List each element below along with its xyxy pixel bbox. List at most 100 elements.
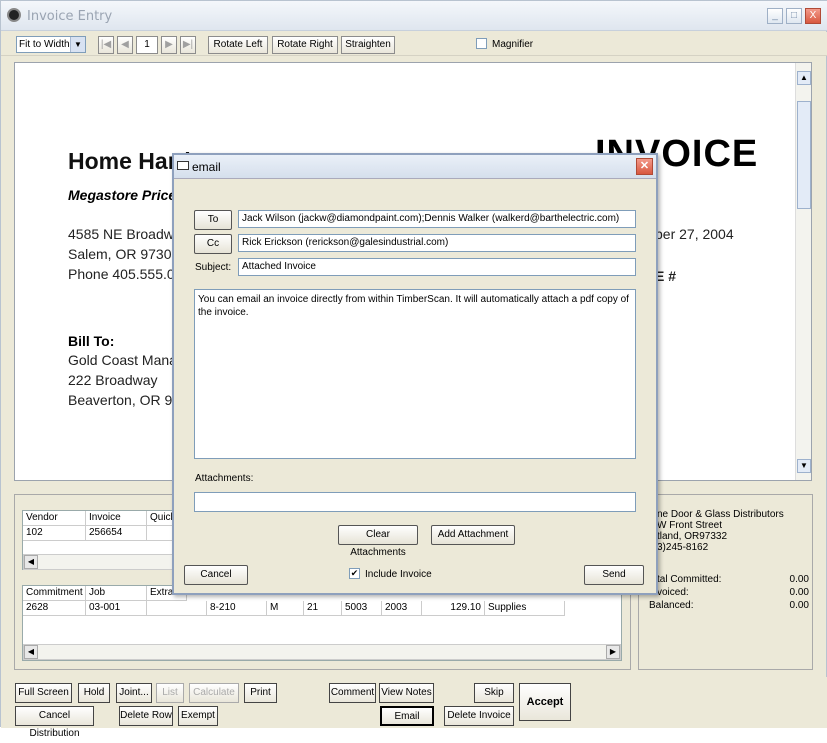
scroll-down-icon[interactable]: ▼ [797, 459, 811, 473]
scroll-left-icon[interactable]: ◀ [24, 645, 38, 659]
distribution-horizontal-scrollbar[interactable]: ◀ ▶ [23, 644, 621, 660]
job-header: Job [86, 586, 147, 601]
subject-label: Subject: [195, 262, 232, 273]
maximize-button[interactable]: □ [786, 8, 802, 24]
include-invoice-checkbox[interactable]: ✔ Include Invoice [349, 568, 432, 581]
skip-button[interactable]: Skip [474, 683, 514, 703]
hold-button[interactable]: Hold [78, 683, 110, 703]
app-icon [7, 8, 21, 22]
cancel-button[interactable]: Cancel [184, 565, 248, 585]
cost-code-cell[interactable]: 8-210 [207, 601, 267, 616]
print-button[interactable]: Print [244, 683, 277, 703]
job-cell[interactable]: 03-001 [86, 601, 147, 616]
scroll-thumb[interactable] [797, 101, 811, 209]
checkbox-checked-icon: ✔ [349, 568, 360, 579]
scroll-left-icon[interactable]: ◀ [24, 555, 38, 569]
action-bar: Full Screen Hold Joint... List Calculate… [1, 677, 827, 739]
minimize-button[interactable]: _ [767, 8, 783, 24]
to-button[interactable]: To [194, 210, 232, 230]
view-notes-button[interactable]: View Notes [379, 683, 434, 703]
attachments-label: Attachments: [195, 473, 254, 484]
window-title: Invoice Entry [27, 9, 113, 24]
email-dialog-close-button[interactable]: ✕ [636, 158, 653, 175]
doc-address-line1: 4585 NE Broadway [68, 226, 189, 242]
add-attachment-button[interactable]: Add Attachment [431, 525, 515, 545]
account-cell[interactable]: 5003 [342, 601, 382, 616]
first-page-button[interactable]: |◀ [98, 36, 114, 54]
vendor-cell[interactable]: 102 [23, 526, 86, 541]
scroll-right-icon[interactable]: ▶ [606, 645, 620, 659]
commitment-cell[interactable]: 2628 [23, 601, 86, 616]
exempt-button[interactable]: Exempt [178, 706, 218, 726]
full-screen-button[interactable]: Full Screen [15, 683, 72, 703]
joint-button[interactable]: Joint... [116, 683, 152, 703]
subject-field[interactable]: Attached Invoice [238, 258, 636, 276]
doc-bill-to-label: Bill To: [68, 333, 115, 349]
email-dialog: email ✕ To Jack Wilson (jackw@diamondpai… [172, 153, 658, 595]
balanced-label: Balanced: [649, 600, 694, 611]
page-number-input[interactable]: 1 [136, 36, 158, 54]
vendor-address-line3: tland, OR97332 [657, 531, 728, 542]
close-button[interactable]: X [805, 8, 821, 24]
amount-cell[interactable]: 129.10 [422, 601, 485, 616]
vendor-header: Vendor [23, 511, 86, 526]
invoiced-label: voiced: [657, 587, 689, 598]
checkbox-icon [476, 38, 487, 49]
title-bar: Invoice Entry _ □ X [1, 1, 827, 31]
clear-attachments-button[interactable]: Clear Attachments [338, 525, 418, 558]
zoom-select[interactable]: Fit to Width ▼ [16, 36, 86, 53]
next-page-button[interactable]: ▶ [161, 36, 177, 54]
rotate-right-button[interactable]: Rotate Right [272, 36, 338, 54]
message-body-textarea[interactable]: You can email an invoice directly from w… [194, 289, 636, 459]
cancel-distribution-button[interactable]: Cancel Distribution [15, 706, 94, 739]
viewer-toolbar: Fit to Width ▼ |◀ ◀ 1 ▶ ▶| Rotate Left R… [1, 32, 827, 56]
email-button[interactable]: Email [380, 706, 434, 726]
sub-account-cell[interactable]: 2003 [382, 601, 422, 616]
list-button[interactable]: List [156, 683, 184, 703]
vendor-address-line4: 3)245-8162 [657, 542, 709, 553]
doc-phone: Phone 405.555.01 [68, 266, 183, 282]
total-committed-value: 0.00 [789, 574, 809, 585]
invoice-cell[interactable]: 256654 [86, 526, 147, 541]
description-cell[interactable]: Supplies [485, 601, 565, 616]
doc-bill-to-line1: Gold Coast Manag [68, 352, 185, 368]
doc-slogan: Megastore Prices [68, 187, 184, 203]
include-invoice-label: Include Invoice [365, 569, 432, 581]
attachments-field[interactable] [194, 492, 636, 512]
total-committed-label: tal Committed: [657, 574, 722, 585]
zoom-select-value: Fit to Width [19, 39, 70, 50]
email-dialog-title: email [192, 160, 221, 174]
accept-button[interactable]: Accept [519, 683, 571, 721]
doc-bill-to-line2: 222 Broadway [68, 372, 158, 388]
doc-invoice-number-label: E # [655, 268, 677, 284]
doc-vertical-scrollbar[interactable]: ▲ ▼ [795, 63, 811, 480]
vendor-info-panel: ne Door & Glass Distributors W Front Str… [638, 494, 813, 670]
magnifier-checkbox[interactable]: Magnifier [476, 38, 534, 51]
last-page-button[interactable]: ▶| [180, 36, 196, 54]
balanced-value: 0.00 [789, 600, 809, 611]
vendor-address-line2: W Front Street [657, 520, 723, 531]
prev-page-button[interactable]: ◀ [117, 36, 133, 54]
envelope-icon [177, 161, 189, 170]
send-button[interactable]: Send [584, 565, 644, 585]
extra-cell[interactable] [147, 601, 207, 616]
straighten-button[interactable]: Straighten [341, 36, 395, 54]
category-cell[interactable]: M [267, 601, 304, 616]
scroll-up-icon[interactable]: ▲ [797, 71, 811, 85]
cc-field[interactable]: Rick Erickson (rerickson@galesindustrial… [238, 234, 636, 252]
doc-address-line2: Salem, OR 97301 [68, 246, 180, 262]
vendor-address-line1: ne Door & Glass Distributors [657, 509, 784, 520]
doc-bill-to-line3: Beaverton, OR 970 [68, 392, 188, 408]
magnifier-label: Magnifier [492, 39, 534, 51]
comment-button[interactable]: Comment [329, 683, 376, 703]
phase-cell[interactable]: 21 [304, 601, 342, 616]
distribution-table: Commitment Job Extra 2628 03-001 8-210 M… [22, 585, 622, 661]
delete-invoice-button[interactable]: Delete Invoice [444, 706, 514, 726]
commitment-header: Commitment [23, 586, 86, 601]
cc-button[interactable]: Cc [194, 234, 232, 254]
rotate-left-button[interactable]: Rotate Left [208, 36, 268, 54]
invoiced-value: 0.00 [789, 587, 809, 598]
to-field[interactable]: Jack Wilson (jackw@diamondpaint.com);Den… [238, 210, 636, 228]
delete-row-button[interactable]: Delete Row [119, 706, 173, 726]
calculate-button[interactable]: Calculate [189, 683, 239, 703]
